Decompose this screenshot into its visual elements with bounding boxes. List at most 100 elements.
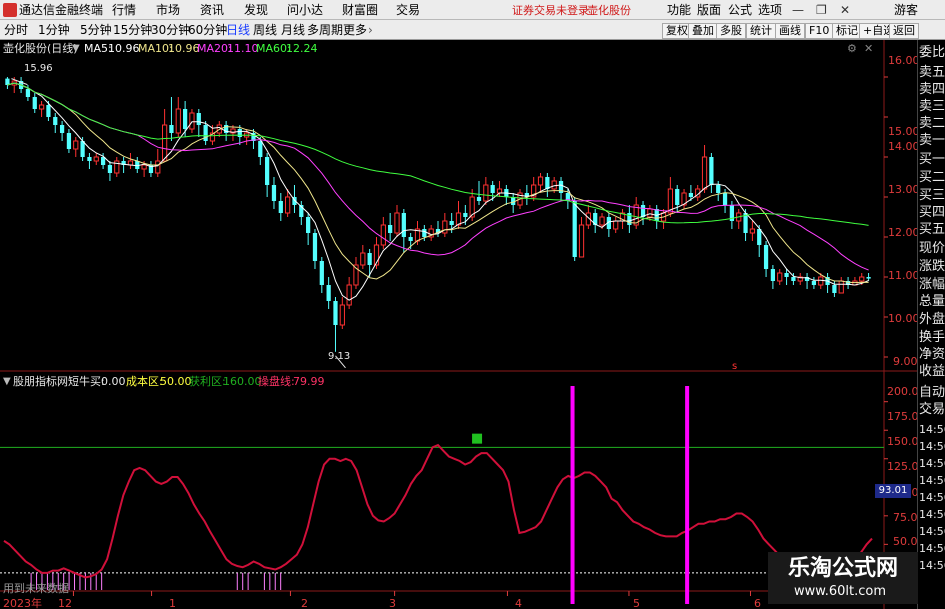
candle-body-down	[401, 213, 406, 237]
kline-chart-area[interactable]	[0, 40, 917, 609]
period-month[interactable]: 月线	[281, 22, 305, 38]
candle-body-down	[716, 185, 721, 193]
candle-body-down	[80, 141, 85, 157]
period-5min[interactable]: 5分钟	[80, 22, 112, 38]
menu-item-hangqing[interactable]: 行情	[112, 2, 136, 18]
candle-body-down	[367, 253, 372, 265]
ind-dnm-label: 短牛买:	[68, 375, 105, 388]
low-price-label: 9.13	[328, 351, 351, 362]
candle-body-up	[578, 224, 585, 258]
candle-body-down	[53, 117, 58, 125]
ma20-value: 11.10	[227, 42, 259, 55]
ma10-value: 10.96	[168, 42, 200, 55]
price-tick-16: 16.00	[888, 54, 920, 67]
cursor-value-badge: 93.01	[875, 484, 911, 498]
overlay-button[interactable]: 叠加	[688, 23, 718, 39]
period-30min[interactable]: 30分钟	[151, 22, 190, 38]
title-menu-bar: 通达信金融终端 行情 市场 资讯 发现 问小达 财富圈 交易 证券交易未登录 壶…	[0, 0, 945, 20]
candle-body-down	[182, 109, 188, 129]
app-logo-icon	[3, 3, 17, 17]
tick-time-row: 14:56	[919, 542, 945, 555]
restore-icon[interactable]: ❐	[816, 2, 827, 18]
candle-body-down	[46, 105, 51, 117]
panel-settings-icon[interactable]: ⚙	[847, 41, 857, 57]
side-weibi: 委比	[919, 45, 945, 60]
candle-body-up	[394, 212, 400, 234]
menu-item-banmian[interactable]: 版面	[697, 2, 721, 18]
candle-body-down	[832, 285, 837, 293]
price-tick-10: 10.00	[888, 312, 920, 325]
candle-body-up	[161, 124, 168, 162]
menu-item-gongshi[interactable]: 公式	[728, 2, 752, 18]
f10-button[interactable]: F10	[805, 23, 834, 39]
menu-item-zixun[interactable]: 资讯	[200, 2, 224, 18]
period-60min[interactable]: 60分钟	[188, 22, 227, 38]
candle-body-up	[551, 180, 557, 190]
menu-item-gongneng[interactable]: 功能	[667, 2, 691, 18]
side-trade[interactable]: 交易	[919, 402, 945, 418]
menu-item-faxian[interactable]: 发现	[244, 2, 268, 18]
ind-hlq-value: 160.00	[223, 375, 262, 388]
minimize-icon[interactable]: —	[792, 2, 804, 18]
side-sell1: 卖一	[919, 133, 945, 148]
ind-tick-125: 125.0	[887, 460, 919, 473]
sell-signal-marker: s	[732, 361, 738, 372]
date-may: 5	[633, 597, 640, 609]
candle-body-up	[859, 276, 865, 282]
candle-body-up	[749, 228, 756, 234]
period-toolbar: 分时 1分钟 5分钟 15分钟 30分钟 60分钟 日线 周线 月线 多周期 更…	[0, 20, 945, 40]
menu-item-wenxiaoda[interactable]: 问小达	[287, 2, 323, 18]
side-buy4: 买四	[919, 205, 945, 220]
ind-tick-200: 200.0	[887, 385, 919, 398]
side-sell2: 卖二	[919, 116, 945, 131]
trade-login-notice[interactable]: 证券交易未登录	[512, 3, 589, 19]
side-auto[interactable]: 自动	[919, 385, 945, 401]
period-multi[interactable]: 多周期	[307, 22, 343, 38]
draw-line-button[interactable]: 画线	[775, 23, 805, 39]
period-day[interactable]: 日线	[226, 22, 250, 38]
close-icon[interactable]: ✕	[840, 2, 850, 18]
menu-item-caifuquan[interactable]: 财富圈	[342, 2, 378, 18]
price-tick-13: 13.00	[888, 183, 920, 196]
ind-cpx-value: 79.99	[293, 375, 325, 388]
candle-body-down	[476, 197, 482, 201]
candle-body-up	[155, 160, 161, 174]
tick-time-row: 14:56	[919, 440, 945, 453]
candle-body-down	[203, 125, 208, 141]
candle-body-down	[312, 233, 318, 261]
indicator-name[interactable]: 股朋指标网	[13, 374, 68, 390]
period-more[interactable]: 更多	[343, 22, 367, 38]
price-tick-9: 9.00	[893, 355, 918, 368]
guest-user-label[interactable]: 游客	[894, 2, 918, 18]
operation-line	[3, 443, 873, 579]
period-15min[interactable]: 15分钟	[113, 22, 152, 38]
panel-close-icon[interactable]: ✕	[864, 41, 873, 57]
candle-body-down	[722, 193, 728, 205]
period-1min[interactable]: 1分钟	[38, 22, 70, 38]
menu-item-jiaoyi[interactable]: 交易	[396, 2, 420, 18]
indicator-menu-icon[interactable]: ▼	[3, 374, 11, 390]
menu-item-xuanxiang[interactable]: 选项	[758, 2, 782, 18]
price-tick-11: 11.00	[888, 269, 920, 282]
candle-body-down	[490, 185, 495, 193]
menu-item-shichang[interactable]: 市场	[156, 2, 180, 18]
multi-stock-button[interactable]: 多股	[716, 23, 746, 39]
watermark-url: www.60lt.com	[794, 584, 886, 599]
chevron-right-icon[interactable]: ›	[368, 22, 373, 38]
tdx-terminal-window: 通达信金融终端 行情 市场 资讯 发现 问小达 财富圈 交易 证券交易未登录 壶…	[0, 0, 945, 609]
back-button[interactable]: 返回	[889, 23, 919, 39]
mark-button[interactable]: 标记	[832, 23, 862, 39]
side-eps: 收益	[919, 364, 945, 379]
stats-button[interactable]: 统计	[746, 23, 776, 39]
candle-body-down	[572, 201, 577, 257]
period-fenshi[interactable]: 分时	[4, 22, 28, 38]
candle-body-down	[866, 277, 871, 279]
candle-body-up	[346, 284, 352, 306]
candle-body-down	[258, 141, 263, 157]
date-apr: 4	[515, 597, 522, 609]
period-week[interactable]: 周线	[253, 22, 277, 38]
tick-time-row: 14:56	[919, 423, 945, 436]
ma60-value: 12.24	[286, 42, 318, 55]
ind-cbq-value: 50.00	[160, 375, 192, 388]
ma-menu-icon[interactable]: ▼	[72, 41, 80, 57]
